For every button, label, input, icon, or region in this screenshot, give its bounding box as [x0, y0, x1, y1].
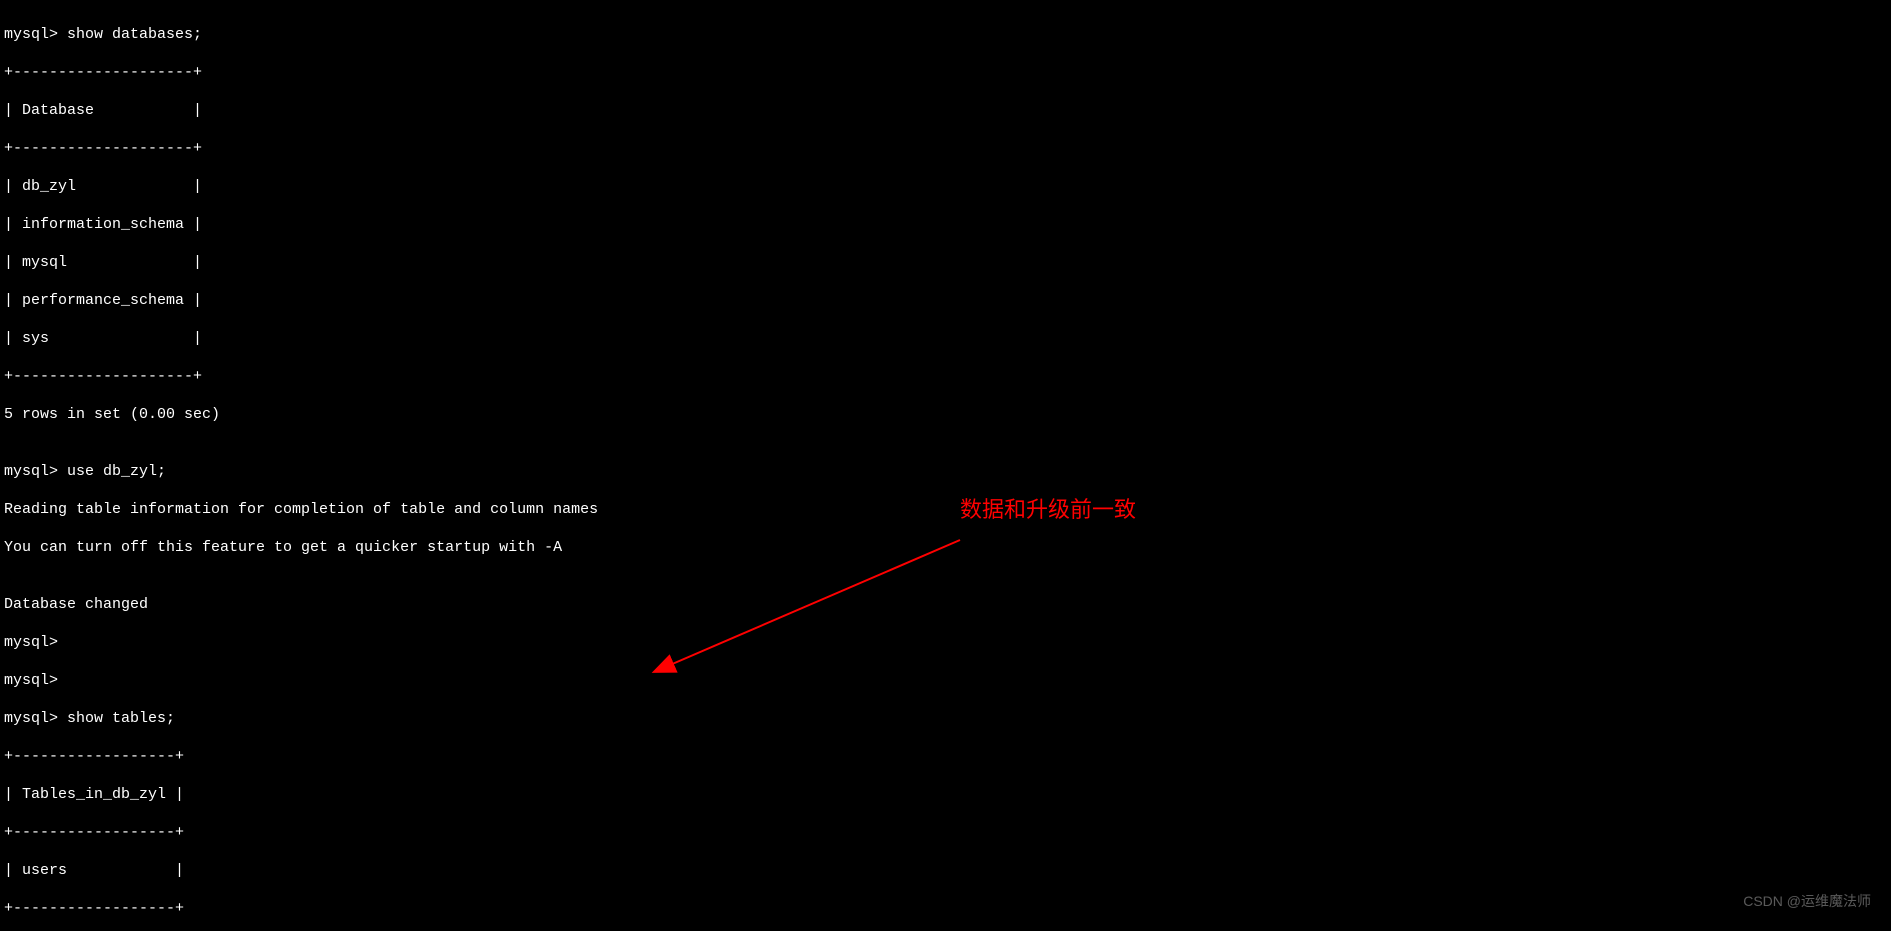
command-use-db: use db_zyl; — [67, 463, 166, 480]
use-msg: Reading table information for completion… — [4, 500, 1887, 519]
mysql-prompt: mysql> — [4, 26, 67, 43]
command-show-tables: show tables; — [67, 710, 175, 727]
db-header: | Database | — [4, 101, 1887, 120]
prompt-line: mysql> use db_zyl; — [4, 462, 1887, 481]
tbl-border: +------------------+ — [4, 823, 1887, 842]
db-border: +--------------------+ — [4, 139, 1887, 158]
prompt-line: mysql> show tables; — [4, 709, 1887, 728]
mysql-prompt: mysql> — [4, 710, 67, 727]
mysql-prompt: mysql> — [4, 463, 67, 480]
terminal-output[interactable]: mysql> show databases; +----------------… — [0, 0, 1891, 931]
tbl-border: +------------------+ — [4, 747, 1887, 766]
result-msg: 5 rows in set (0.00 sec) — [4, 405, 1887, 424]
db-row: | db_zyl | — [4, 177, 1887, 196]
empty-prompt: mysql> — [4, 633, 1887, 652]
db-border: +--------------------+ — [4, 367, 1887, 386]
prompt-line: mysql> show databases; — [4, 25, 1887, 44]
use-msg: You can turn off this feature to get a q… — [4, 538, 1887, 557]
tbl-border: +------------------+ — [4, 899, 1887, 918]
db-row: | performance_schema | — [4, 291, 1887, 310]
tbl-row: | users | — [4, 861, 1887, 880]
db-row: | mysql | — [4, 253, 1887, 272]
empty-prompt: mysql> — [4, 671, 1887, 690]
db-row: | information_schema | — [4, 215, 1887, 234]
tbl-header: | Tables_in_db_zyl | — [4, 785, 1887, 804]
db-row: | sys | — [4, 329, 1887, 348]
db-border: +--------------------+ — [4, 63, 1887, 82]
command-show-databases: show databases; — [67, 26, 202, 43]
db-changed: Database changed — [4, 595, 1887, 614]
